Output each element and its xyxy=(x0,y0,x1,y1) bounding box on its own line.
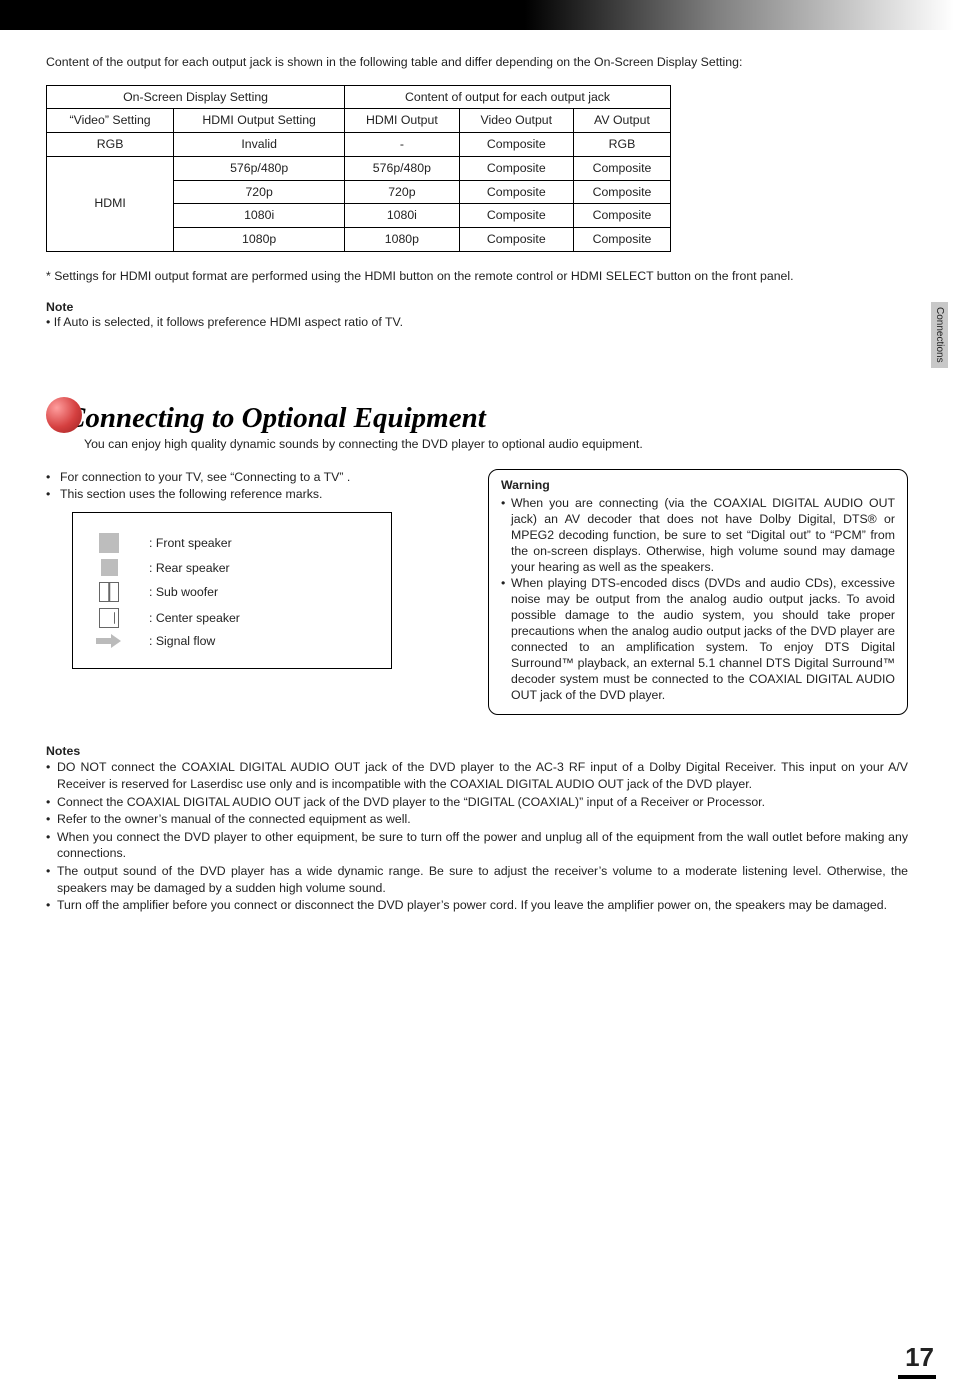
cell: Composite xyxy=(573,156,670,180)
notes-heading: Notes xyxy=(46,743,908,760)
notes-item: Connect the COAXIAL DIGITAL AUDIO OUT ja… xyxy=(46,794,908,811)
table-header-content: Content of output for each output jack xyxy=(345,85,671,109)
cell: Composite xyxy=(459,228,573,252)
cell: 720p xyxy=(345,180,460,204)
left-bullet: This section uses the following referenc… xyxy=(46,486,466,503)
center-speaker-icon xyxy=(95,608,123,628)
rear-speaker-icon xyxy=(95,559,123,576)
section-heading: Connecting to Optional Equipment xyxy=(66,402,486,435)
col-hdmi-output-setting: HDMI Output Setting xyxy=(174,109,345,133)
cell: 1080i xyxy=(345,204,460,228)
intro-paragraph: Content of the output for each output ja… xyxy=(46,54,908,71)
legend-label: : Center speaker xyxy=(149,611,240,625)
legend-label: : Rear speaker xyxy=(149,561,230,575)
cell: RGB xyxy=(573,133,670,157)
header-gradient-bar xyxy=(0,0,954,30)
legend-box: : Front speaker : Rear speaker : Sub woo… xyxy=(72,512,392,669)
note-body: • If Auto is selected, it follows prefer… xyxy=(46,314,908,331)
notes-item: The output sound of the DVD player has a… xyxy=(46,863,908,896)
warning-item: When you are connecting (via the COAXIAL… xyxy=(501,496,895,576)
col-hdmi-output: HDMI Output xyxy=(345,109,460,133)
cell: 1080p xyxy=(345,228,460,252)
legend-label: : Front speaker xyxy=(149,536,232,550)
cell: - xyxy=(345,133,460,157)
notes-item: DO NOT connect the COAXIAL DIGITAL AUDIO… xyxy=(46,759,908,792)
notes-item: Turn off the amplifier before you connec… xyxy=(46,897,908,914)
warning-box: Warning When you are connecting (via the… xyxy=(488,469,908,715)
output-table: On-Screen Display Setting Content of out… xyxy=(46,85,671,252)
col-video-output: Video Output xyxy=(459,109,573,133)
notes-item: When you connect the DVD player to other… xyxy=(46,829,908,862)
warning-heading: Warning xyxy=(501,478,895,494)
page-number: 17 xyxy=(905,1342,934,1373)
cell: Invalid xyxy=(174,133,345,157)
left-bullet: For connection to your TV, see “Connecti… xyxy=(46,469,466,486)
warning-item: When playing DTS-encoded discs (DVDs and… xyxy=(501,576,895,704)
cell: Composite xyxy=(573,228,670,252)
cell: RGB xyxy=(47,133,174,157)
cell: 720p xyxy=(174,180,345,204)
cell-hdmi-rowspan: HDMI xyxy=(47,156,174,251)
cell: 1080p xyxy=(174,228,345,252)
section-subtitle: You can enjoy high quality dynamic sound… xyxy=(84,437,908,451)
heading-bullet-icon xyxy=(46,397,82,433)
cell: Composite xyxy=(573,180,670,204)
cell: Composite xyxy=(459,133,573,157)
notes-item: Refer to the owner’s manual of the conne… xyxy=(46,811,908,828)
subwoofer-icon xyxy=(95,582,123,602)
note-heading: Note xyxy=(46,300,908,314)
front-speaker-icon xyxy=(95,533,123,553)
legend-label: : Sub woofer xyxy=(149,585,218,599)
cell: 576p/480p xyxy=(345,156,460,180)
cell: Composite xyxy=(459,204,573,228)
cell: Composite xyxy=(459,180,573,204)
side-tab-connections: Connections xyxy=(931,302,948,368)
cell: Composite xyxy=(573,204,670,228)
legend-label: : Signal flow xyxy=(149,634,215,648)
signal-flow-icon xyxy=(95,636,123,646)
table-footnote: * Settings for HDMI output format are pe… xyxy=(46,268,908,285)
cell: Composite xyxy=(459,156,573,180)
col-video-setting: “Video” Setting xyxy=(47,109,174,133)
col-av-output: AV Output xyxy=(573,109,670,133)
cell: 1080i xyxy=(174,204,345,228)
table-header-osd: On-Screen Display Setting xyxy=(47,85,345,109)
cell: 576p/480p xyxy=(174,156,345,180)
